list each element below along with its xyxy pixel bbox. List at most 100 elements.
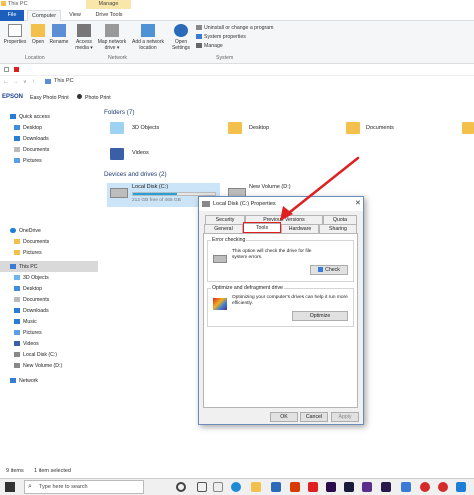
downloads-folder-icon[interactable] (462, 122, 474, 134)
easy-photo-print-link[interactable]: Easy Photo Print (30, 95, 69, 101)
undo-icon[interactable] (14, 67, 19, 72)
drives-section-header[interactable]: Devices and drives (2) (104, 171, 167, 178)
windows-start-icon[interactable] (5, 482, 15, 492)
edge-icon[interactable] (231, 482, 241, 492)
folder-videos[interactable]: Videos (132, 150, 149, 156)
documents-icon (14, 297, 20, 303)
cancel-button[interactable]: Cancel (300, 412, 328, 422)
app-icon[interactable] (362, 482, 372, 492)
nav-onedrive[interactable]: OneDrive (10, 228, 41, 234)
dialog-title[interactable]: Local Disk (C:) Properties (199, 197, 363, 211)
videos-folder-icon[interactable] (110, 148, 124, 160)
nav-network[interactable]: Network (10, 378, 38, 384)
nav-item-downloads[interactable]: Downloads (14, 136, 49, 142)
back-arrow-icon[interactable]: ← (3, 79, 9, 85)
premiere-rush-icon[interactable] (381, 482, 391, 492)
optimize-button[interactable]: Optimize (292, 311, 348, 321)
tab-quota[interactable]: Quota (323, 215, 357, 224)
optimize-description: Optimizing your computer's drives can he… (232, 295, 348, 306)
properties-label: Properties (3, 39, 27, 45)
uninstall-label: Uninstall or change a program (204, 25, 274, 31)
tab-general[interactable]: General (204, 224, 243, 233)
tab-view[interactable]: View (64, 10, 86, 21)
add-network-location-button[interactable]: Add a network location (130, 24, 166, 51)
app-icon[interactable] (456, 482, 466, 492)
after-effects-icon[interactable] (344, 482, 354, 492)
folder-documents[interactable]: Documents (366, 125, 394, 131)
drive-d-name[interactable]: New Volume (D:) (249, 184, 291, 190)
nav-quick-access[interactable]: Quick access (10, 114, 50, 120)
file-explorer-icon[interactable] (251, 482, 261, 492)
tab-drive-tools[interactable]: Drive Tools (88, 10, 130, 21)
rename-button[interactable]: Rename (48, 24, 70, 45)
tab-computer[interactable]: Computer (27, 10, 61, 21)
desktop-folder-icon[interactable] (228, 122, 242, 134)
documents-folder-icon[interactable] (346, 122, 360, 134)
nav-item-label: Documents (23, 297, 50, 303)
nav-item-music[interactable]: Music (14, 319, 37, 325)
ok-button[interactable]: OK (270, 412, 298, 422)
nav-item-videos[interactable]: Videos (14, 341, 39, 347)
uninstall-program-item[interactable]: Uninstall or change a program (196, 25, 274, 31)
forward-arrow-icon[interactable]: → (13, 79, 19, 85)
folder-3d-objects[interactable]: 3D Objects (132, 125, 159, 131)
access-media-button[interactable]: Access media ▾ (73, 24, 95, 51)
photo-print-link[interactable]: Photo Print (85, 95, 111, 101)
premiere-icon[interactable] (326, 482, 336, 492)
item-count: 9 items (6, 468, 24, 474)
nav-item-local-disk-c[interactable]: Local Disk (C:) (14, 352, 57, 358)
group-label-network: Network (108, 55, 128, 61)
acrobat-icon[interactable] (308, 482, 318, 492)
up-arrow-icon[interactable]: ↑ (32, 79, 35, 85)
manage-item[interactable]: Manage (196, 43, 223, 49)
map-network-drive-button[interactable]: Map network drive ▾ (95, 24, 129, 51)
manage-contextual-tab[interactable]: Manage (86, 0, 131, 9)
close-icon[interactable]: ✕ (355, 199, 361, 207)
media-encoder-icon[interactable] (401, 482, 411, 492)
system-properties-item[interactable]: System properties (196, 34, 246, 40)
drive-icon (202, 201, 210, 207)
nav-item-desktop[interactable]: Desktop (14, 125, 42, 131)
nav-item-desktop-pc[interactable]: Desktop (14, 286, 42, 292)
tab-file[interactable]: File (0, 10, 24, 21)
chevron-down-icon[interactable]: ∨ (23, 79, 27, 85)
system-properties-label: System properties (204, 34, 246, 40)
opera-icon[interactable] (420, 482, 430, 492)
nav-item-3d-objects[interactable]: 3D Objects (14, 275, 49, 281)
nav-item-documents[interactable]: Documents (14, 147, 49, 153)
nav-onedrive-documents[interactable]: Documents (14, 239, 49, 245)
check-button[interactable]: Check (310, 265, 348, 275)
drive-icon (14, 352, 20, 358)
task-view-icon[interactable] (197, 482, 207, 492)
open-button[interactable]: Open (29, 24, 47, 45)
nav-onedrive-pictures[interactable]: Pictures (14, 250, 42, 256)
folders-section-header[interactable]: Folders (7) (104, 109, 134, 116)
address-path[interactable]: This PC (54, 78, 74, 84)
star-icon (10, 114, 16, 120)
nav-item-pictures-pc[interactable]: Pictures (14, 330, 42, 336)
open-settings-button[interactable]: Open Settings (170, 24, 192, 51)
tab-hardware[interactable]: Hardware (281, 224, 319, 233)
office-icon[interactable] (290, 482, 300, 492)
folder-desktop[interactable]: Desktop (249, 125, 269, 131)
properties-button[interactable]: Properties (2, 24, 28, 45)
drive-icon (213, 255, 227, 263)
cortana-icon[interactable] (176, 482, 186, 492)
checkbox-icon[interactable] (4, 67, 9, 72)
chrome-icon[interactable] (213, 482, 223, 492)
opera-icon[interactable] (438, 482, 448, 492)
nav-item-documents-pc[interactable]: Documents (14, 297, 49, 303)
tab-security[interactable]: Security (205, 215, 245, 224)
tab-sharing[interactable]: Sharing (319, 224, 357, 233)
computer-icon (45, 79, 51, 84)
apply-button[interactable]: Apply (331, 412, 359, 422)
nav-network-label: Network (19, 378, 39, 384)
nav-item-pictures[interactable]: Pictures (14, 158, 42, 164)
nav-this-pc[interactable]: This PC (10, 264, 37, 270)
mail-icon[interactable] (271, 482, 281, 492)
nav-item-label: 3D Objects (23, 275, 49, 281)
nav-item-downloads-pc[interactable]: Downloads (14, 308, 49, 314)
3d-objects-folder-icon[interactable] (110, 122, 124, 134)
nav-item-new-volume-d[interactable]: New Volume (D:) (14, 363, 62, 369)
taskbar-search-box[interactable]: Type here to search (24, 480, 144, 494)
